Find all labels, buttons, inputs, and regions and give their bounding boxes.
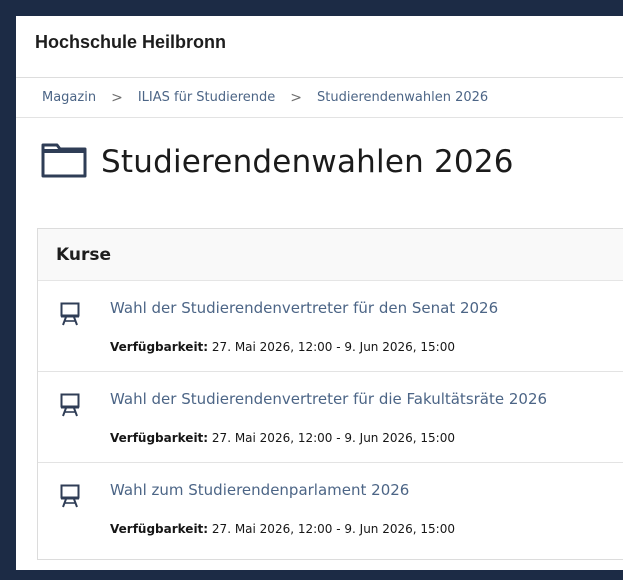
breadcrumb-separator: > [111, 89, 123, 106]
availability-value: 27. Mai 2026, 12:00 - 9. Jun 2026, 15:00 [211, 522, 455, 536]
availability-value: 27. Mai 2026, 12:00 - 9. Jun 2026, 15:00 [211, 340, 455, 354]
availability-text: Verfügbarkeit: 27. Mai 2026, 12:00 - 9. … [110, 522, 455, 536]
course-link[interactable]: Wahl zum Studierendenparlament 2026 [110, 481, 409, 499]
availability-value: 27. Mai 2026, 12:00 - 9. Jun 2026, 15:00 [211, 431, 455, 445]
page-title: Studierendenwahlen 2026 [101, 144, 514, 180]
brand-title[interactable]: Hochschule Heilbronn [35, 32, 226, 53]
courses-panel: Kurse Wahl der Studierendenvertreter für… [37, 228, 623, 560]
app-window: Hochschule Heilbronn Magazin > ILIAS für… [16, 16, 623, 570]
breadcrumb-item-magazin[interactable]: Magazin [42, 90, 96, 105]
breadcrumb: Magazin > ILIAS für Studierende > Studie… [16, 78, 623, 118]
list-item: Wahl zum Studierendenparlament 2026 Verf… [38, 463, 623, 554]
folder-icon [41, 142, 87, 182]
breadcrumb-item-ilias[interactable]: ILIAS für Studierende [138, 90, 275, 105]
course-icon[interactable] [60, 484, 80, 512]
list-item: Wahl der Studierendenvertreter für die F… [38, 372, 623, 463]
top-bar: Hochschule Heilbronn [16, 16, 623, 78]
breadcrumb-item-current[interactable]: Studierendenwahlen 2026 [317, 90, 488, 105]
course-link[interactable]: Wahl der Studierendenvertreter für den S… [110, 299, 498, 317]
courses-heading: Kurse [38, 229, 623, 281]
page-header: Studierendenwahlen 2026 [16, 118, 623, 180]
availability-label: Verfügbarkeit: [110, 522, 209, 536]
course-icon[interactable] [60, 302, 80, 330]
availability-text: Verfügbarkeit: 27. Mai 2026, 12:00 - 9. … [110, 431, 455, 445]
breadcrumb-separator: > [290, 89, 303, 106]
availability-text: Verfügbarkeit: 27. Mai 2026, 12:00 - 9. … [110, 340, 455, 354]
availability-label: Verfügbarkeit: [110, 431, 209, 445]
availability-label: Verfügbarkeit: [110, 340, 209, 354]
list-item: Wahl der Studierendenvertreter für den S… [38, 281, 623, 372]
course-link[interactable]: Wahl der Studierendenvertreter für die F… [110, 390, 547, 408]
course-icon[interactable] [60, 393, 80, 421]
